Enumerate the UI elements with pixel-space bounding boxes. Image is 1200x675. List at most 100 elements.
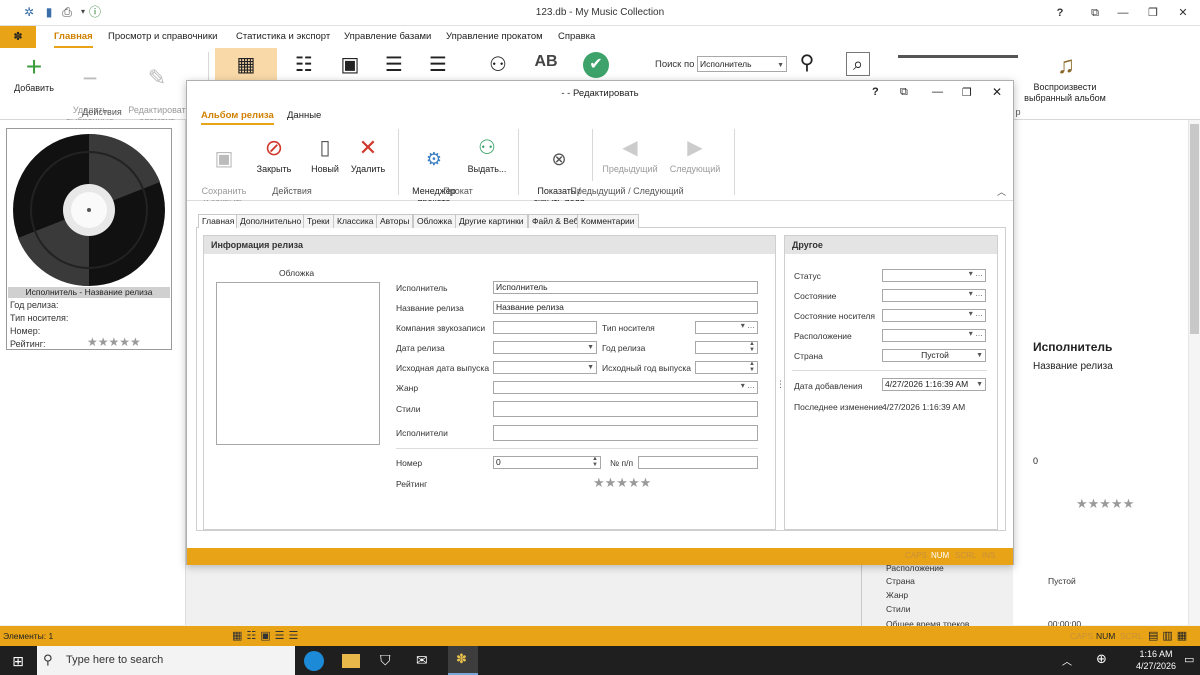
maximize-button[interactable]: ❐ [1138, 3, 1168, 23]
info-icon[interactable]: ⓘ [88, 5, 102, 19]
styles-input[interactable] [493, 401, 758, 417]
print-icon[interactable]: ⎙ [60, 5, 74, 19]
play-selected-album-button[interactable]: Воспроизвести выбранный альбом [1020, 82, 1110, 104]
issue-button[interactable]: ⚇ Выдать... [465, 135, 509, 175]
dialog-minimize-button[interactable]: — [932, 86, 943, 98]
dialog-close-button[interactable]: ✕ [992, 85, 1002, 99]
search-field-select[interactable]: Исполнитель ▼ [697, 56, 787, 72]
collapse-ribbon-icon[interactable]: ︿ [997, 185, 1006, 198]
next-button[interactable]: ▶ Следующий [663, 135, 727, 175]
player-progress-bar[interactable] [898, 55, 1018, 58]
app-logo-icon[interactable]: ✽ [0, 26, 36, 48]
dialog-tab-data[interactable]: Данные [287, 110, 321, 121]
dialog-tab-album[interactable]: Альбом релиза [201, 110, 274, 125]
location-label: Расположение [794, 331, 852, 341]
form-tab-comments[interactable]: Комментарии [577, 214, 639, 228]
previous-button[interactable]: ◀ Предыдущий [597, 135, 663, 175]
tab-databases[interactable]: Управление базами [344, 26, 431, 48]
form-tab-classical[interactable]: Классика [333, 214, 378, 228]
form-tab-other-images[interactable]: Другие картинки [455, 214, 528, 228]
clock[interactable]: 1:16 AM 4/27/2026 [1133, 649, 1179, 671]
file-explorer-icon[interactable] [342, 654, 360, 668]
release-date-picker[interactable]: ▼ [493, 341, 597, 354]
tab-rental[interactable]: Управление прокатом [446, 26, 543, 48]
statusbar-view-icons[interactable]: ▦☷▣☰☰ [232, 629, 322, 643]
media-condition-select[interactable]: ▾ … [882, 309, 986, 322]
album-card[interactable]: Исполнитель - Название релиза Год релиза… [6, 128, 172, 350]
cover-image-box[interactable] [216, 282, 380, 445]
ab-sort-button[interactable]: AB [530, 54, 562, 70]
status-select[interactable]: ▾ … [882, 269, 986, 282]
close-window-button[interactable]: ✕ [1168, 3, 1198, 23]
layout-toggle-icons[interactable]: ▤▥▦ [1148, 629, 1196, 643]
form-tab-file-web[interactable]: Файл & Веб [528, 214, 583, 228]
store-icon[interactable]: ⛉ [380, 652, 396, 668]
release-year-spinner[interactable]: ▲ ▼ [695, 341, 758, 354]
search-doc-icon[interactable]: ⌕ [846, 52, 870, 76]
settings-icon[interactable]: ✲ [22, 5, 36, 19]
dialog-maximize-button[interactable]: ❐ [962, 86, 972, 99]
minimize-button[interactable]: — [1108, 3, 1138, 23]
view-card-icon[interactable]: ▣ [336, 54, 364, 76]
dialog-help-button[interactable]: ? [872, 86, 879, 98]
media-type-select[interactable]: ▾ … [695, 321, 758, 334]
view-details-icon[interactable]: ☰ [380, 54, 408, 76]
notifications-icon[interactable]: ▭ [1184, 653, 1194, 666]
windows-start-icon[interactable]: ⊞ [10, 653, 26, 669]
add-button[interactable]: + Добавить [6, 53, 62, 94]
performers-input[interactable] [493, 425, 758, 441]
check-icon[interactable]: ✔ [583, 52, 609, 78]
restore-layout-icon[interactable]: ⧉ [1080, 3, 1110, 23]
rental-manager-button[interactable]: ⚙ Менеджер проката [405, 135, 463, 208]
tab-view[interactable]: Просмотр и справочники [108, 26, 217, 48]
form-tab-additional[interactable]: Дополнительно [236, 214, 306, 228]
mail-icon[interactable]: ✉ [416, 652, 434, 668]
close-record-button[interactable]: ⊘ Закрыть [253, 135, 295, 175]
rating-label: Рейтинг: [10, 339, 46, 349]
view-report-icon[interactable]: ☰ [424, 54, 452, 76]
network-icon[interactable]: ⊕ [1096, 651, 1107, 667]
form-tab-tracks[interactable]: Треки [303, 214, 334, 228]
release-title-input[interactable]: Название релиза [493, 301, 758, 314]
help-button[interactable]: ? [1045, 3, 1075, 23]
number-spinner[interactable]: 0 ▲ ▼ [493, 456, 601, 469]
dialog-layout-icon[interactable]: ⧉ [900, 86, 908, 99]
original-year-spinner[interactable]: ▲ ▼ [695, 361, 758, 374]
media-condition-label: Состояние носителя [794, 311, 875, 321]
scrollbar-thumb[interactable] [1190, 124, 1199, 334]
sequence-input[interactable] [638, 456, 758, 469]
details-rating-stars[interactable]: ★★★★★ [1076, 496, 1134, 512]
original-date-picker[interactable]: ▼ [493, 361, 597, 374]
tray-chevron-icon[interactable]: ︿ [1062, 653, 1072, 668]
new-record-button[interactable]: ▯ Новый [305, 135, 345, 175]
artist-input[interactable]: Исполнитель [493, 281, 758, 294]
rating-stars[interactable]: ★★★★★ [593, 475, 651, 491]
toggle-fields-button[interactable]: ⊗ Показать / скрыть поля [529, 135, 589, 208]
tab-home[interactable]: Главная [54, 26, 93, 48]
form-tab-authors[interactable]: Авторы [376, 214, 414, 228]
edge-icon[interactable] [304, 651, 324, 671]
dialog-scrl-indicator: SCRL [955, 551, 977, 560]
location-select[interactable]: ▾ … [882, 329, 986, 342]
stats-icon[interactable]: ▮ [42, 5, 56, 19]
taskbar-search-box[interactable]: ⚲ Type here to search [37, 646, 295, 675]
view-grid-icon[interactable]: ▦ [232, 54, 260, 76]
form-tab-main[interactable]: Главная [198, 214, 239, 228]
tab-help[interactable]: Справка [558, 26, 595, 48]
view-list-icon[interactable]: ☷ [290, 54, 318, 76]
card-rating-stars[interactable]: ★★★★★ [87, 335, 141, 349]
form-tab-cover[interactable]: Обложка [413, 214, 457, 228]
search-icon[interactable]: ⚲ [795, 52, 819, 76]
binoculars-icon[interactable]: ⚇ [484, 54, 512, 76]
tab-stats[interactable]: Статистика и экспорт [236, 26, 330, 48]
details-scrollbar[interactable] [1188, 120, 1200, 625]
music-collection-taskbar-icon[interactable]: ✽ [448, 646, 478, 675]
date-added-picker[interactable]: 4/27/2026 1:16:39 AM ▼ [882, 378, 986, 391]
country-select[interactable]: Пустой ▼ [882, 349, 986, 362]
performers-label: Исполнители [396, 428, 448, 438]
save-close-button[interactable]: ▣ Сохранить и закрыть [199, 135, 249, 208]
delete-record-button[interactable]: ✕ Удалить [347, 135, 389, 175]
genre-select[interactable]: ▾ … [493, 381, 758, 394]
record-label-input[interactable] [493, 321, 597, 334]
condition-select[interactable]: ▾ … [882, 289, 986, 302]
